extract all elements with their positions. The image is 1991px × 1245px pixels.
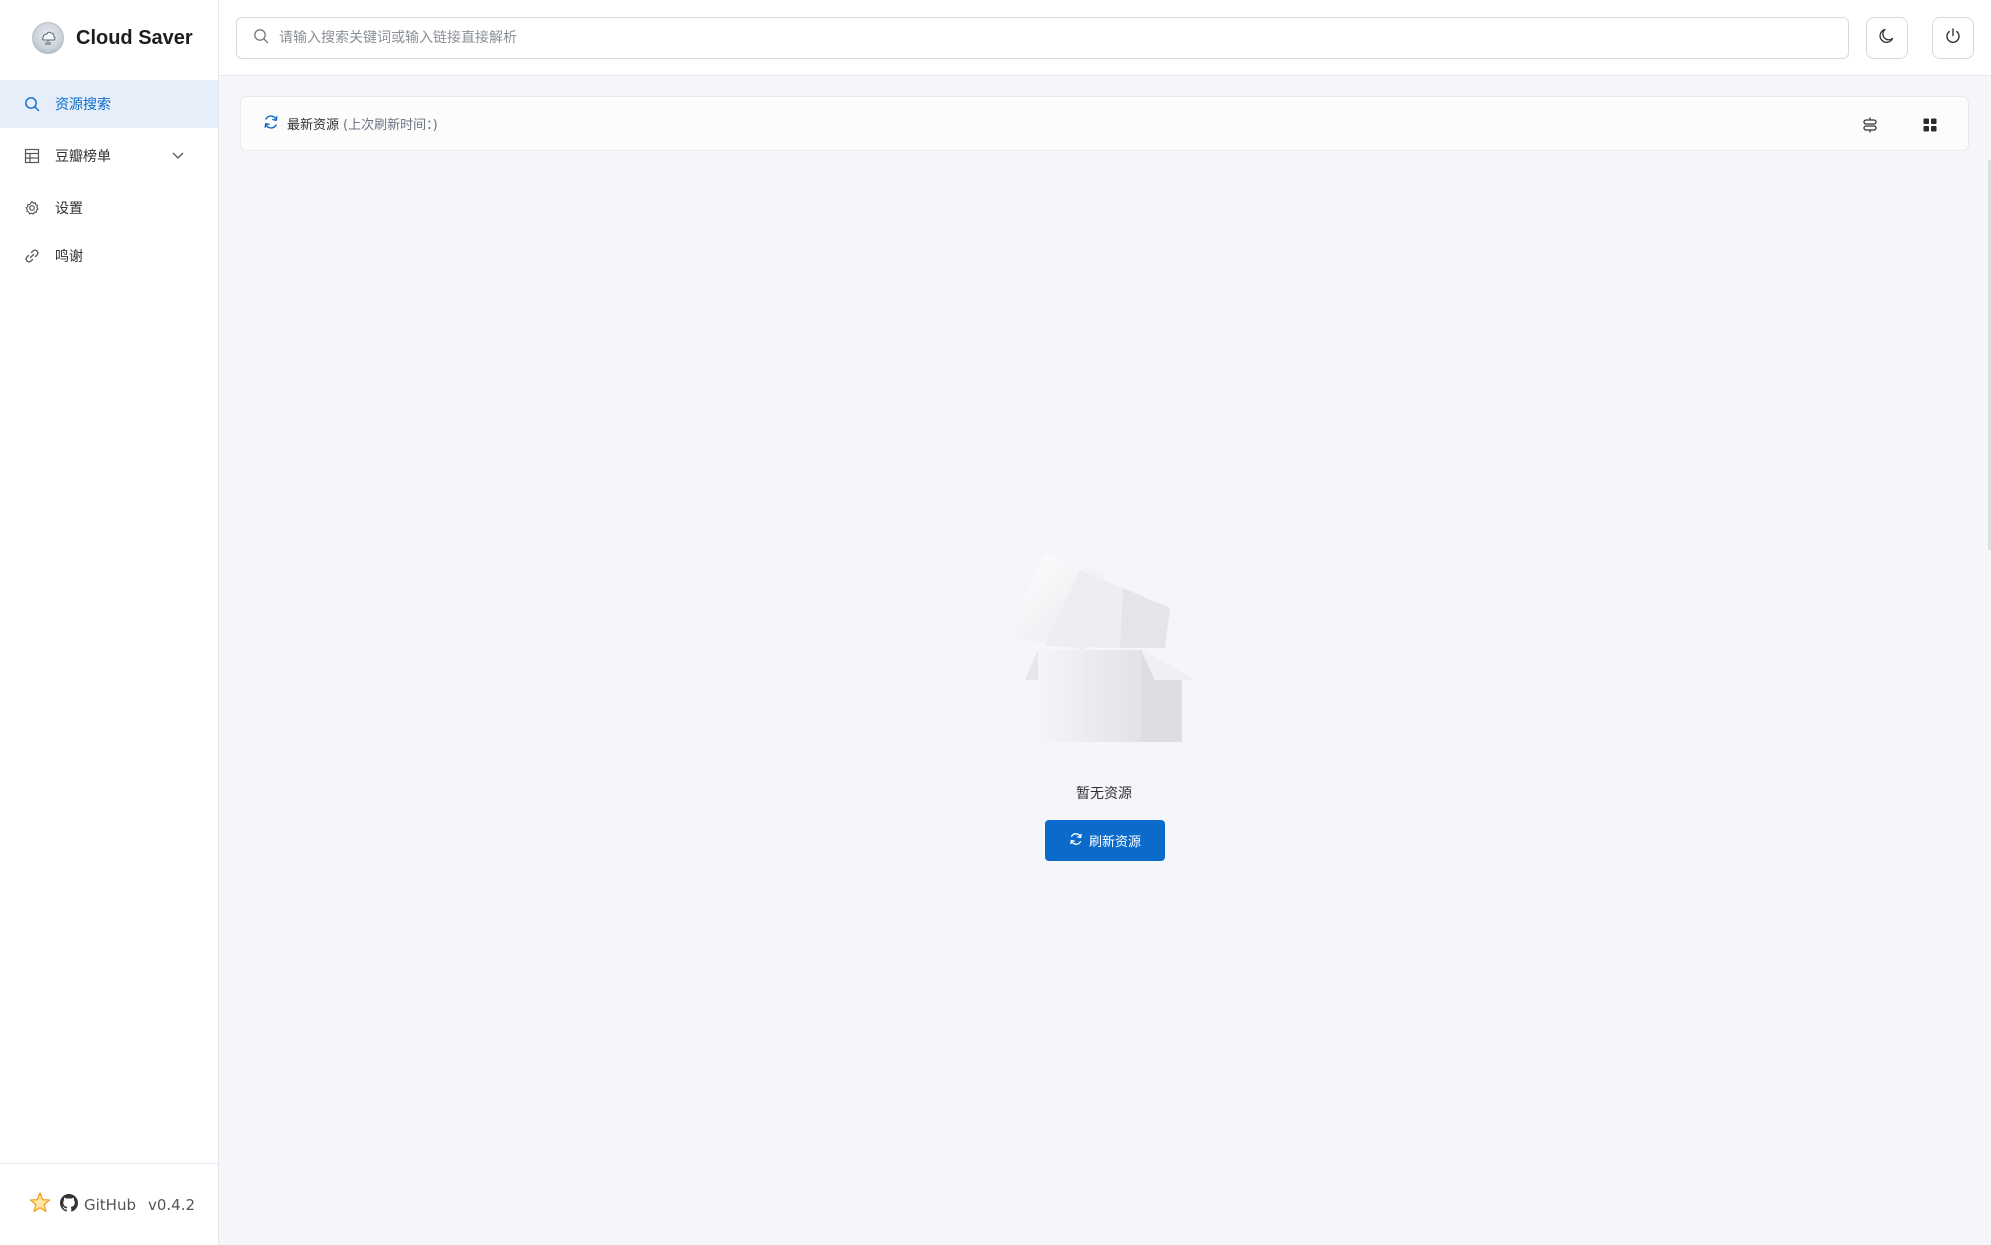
brand[interactable]: Cloud Saver: [32, 22, 193, 54]
sidebar-item-label: 设置: [55, 201, 83, 217]
chevron-down-icon[interactable]: [171, 148, 185, 166]
power-icon: [1944, 27, 1962, 49]
table-icon: [24, 148, 40, 164]
github-label: GitHub: [84, 1195, 136, 1214]
sidebar-item-resource-search[interactable]: 资源搜索: [0, 80, 218, 128]
latest-resources-title: 最新资源: [287, 118, 340, 133]
app-logo: [32, 22, 64, 54]
search-input[interactable]: [279, 30, 1829, 46]
empty-state-text: 暂无资源: [1076, 786, 1132, 802]
refresh-icon: [1069, 832, 1083, 850]
star-icon[interactable]: [28, 1191, 52, 1219]
sidebar-item-label: 豆瓣榜单: [55, 149, 111, 165]
moon-icon: [1878, 27, 1896, 49]
refresh-resources-button[interactable]: 刷新资源: [1045, 820, 1165, 861]
sidebar-item-settings[interactable]: 设置: [0, 184, 218, 232]
sidebar-footer: GitHub v0.4.2: [0, 1163, 218, 1245]
refresh-button-label: 刷新资源: [1088, 835, 1141, 850]
search-icon: [253, 28, 269, 48]
sidebar-item-thanks[interactable]: 鸣谢: [0, 232, 218, 280]
topbar: [219, 0, 1991, 76]
search-icon: [24, 96, 40, 112]
sidebar-item-douban[interactable]: 豆瓣榜单: [0, 132, 218, 180]
github-icon: [60, 1193, 78, 1216]
app-title: Cloud Saver: [76, 26, 193, 49]
grid-view-icon[interactable]: [1920, 115, 1940, 135]
logout-button[interactable]: [1932, 17, 1974, 59]
latest-resources-header: 最新资源 (上次刷新时间：): [240, 96, 1969, 151]
refresh-icon[interactable]: [263, 114, 279, 134]
gear-icon: [24, 200, 40, 216]
theme-toggle-button[interactable]: [1866, 17, 1908, 59]
last-refresh-time: (上次刷新时间：): [343, 118, 438, 133]
filter-icon[interactable]: [1860, 115, 1880, 135]
sidebar: Cloud Saver 资源搜索 豆瓣榜单 设置 鸣谢 GitHub v0.4.…: [0, 0, 219, 1245]
empty-box-illustration: [1005, 550, 1195, 742]
version-label: v0.4.2: [147, 1195, 196, 1214]
sidebar-item-label: 资源搜索: [55, 97, 111, 113]
link-icon: [24, 248, 40, 264]
search-box[interactable]: [236, 17, 1849, 59]
sidebar-item-label: 鸣谢: [55, 249, 83, 265]
sidebar-nav: 资源搜索 豆瓣榜单 设置 鸣谢: [0, 80, 218, 280]
github-link[interactable]: GitHub: [60, 1193, 136, 1216]
